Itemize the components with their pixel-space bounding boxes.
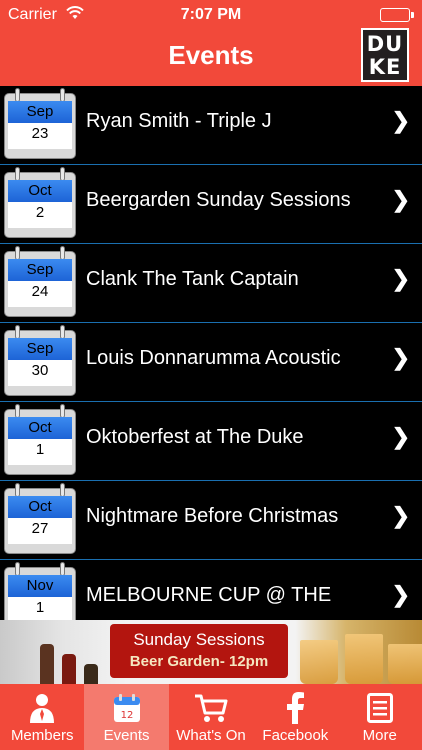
event-month: Oct (8, 496, 72, 518)
event-row[interactable]: Sep 24 Clank The Tank Captain ❯ (0, 244, 422, 323)
event-day: 1 (8, 597, 72, 620)
event-month: Sep (8, 338, 72, 360)
event-title: Nightmare Before Christmas (86, 505, 339, 527)
event-row[interactable]: Sep 23 Ryan Smith - Triple J ❯ (0, 86, 422, 165)
banner-sign: Sunday Sessions Beer Garden- 12pm (110, 624, 288, 678)
facebook-icon (253, 690, 337, 726)
tab-label: What's On (176, 727, 246, 744)
tab-events[interactable]: 12 Events (84, 684, 169, 750)
bottle-image (62, 654, 76, 684)
event-day: 24 (8, 281, 72, 307)
duke-logo: DU KE (361, 28, 409, 82)
bottle-image (40, 644, 54, 684)
status-time: 7:07 PM (180, 6, 242, 23)
event-day: 1 (8, 439, 72, 465)
tab-label: Events (103, 727, 150, 744)
chevron-right-icon: ❯ (391, 108, 410, 133)
chevron-right-icon: ❯ (391, 345, 410, 370)
tab-facebook[interactable]: Facebook (253, 684, 337, 750)
calendar-icon: 12 (84, 690, 168, 726)
tab-members[interactable]: Members (0, 684, 84, 750)
events-list[interactable]: Sep 23 Ryan Smith - Triple J ❯ Oct 2 Bee… (0, 86, 422, 620)
event-title: Ryan Smith - Triple J (86, 110, 272, 132)
chevron-right-icon: ❯ (391, 503, 410, 528)
calendar-icon: Nov 1 (4, 562, 76, 620)
event-day: 2 (8, 202, 72, 228)
event-title: Oktoberfest at The Duke (86, 426, 304, 448)
bottle-image (84, 664, 98, 684)
tab-label: Facebook (262, 727, 329, 744)
nav-bar: Events DU KE (0, 28, 422, 86)
banner-subline: Beer Garden- 12pm (129, 653, 269, 670)
cart-icon (169, 690, 253, 726)
tab-whats-on[interactable]: What's On (169, 684, 253, 750)
chevron-right-icon: ❯ (391, 424, 410, 449)
calendar-icon: Sep 24 (4, 246, 76, 317)
ad-banner[interactable]: Sunday Sessions Beer Garden- 12pm (0, 620, 422, 684)
calendar-icon: Sep 23 (4, 88, 76, 159)
event-day: 27 (8, 518, 72, 544)
calendar-icon: Sep 30 (4, 325, 76, 396)
event-month: Sep (8, 101, 72, 123)
calendar-icon: Oct 1 (4, 404, 76, 475)
event-row[interactable]: Oct 2 Beergarden Sunday Sessions ❯ (0, 165, 422, 244)
event-day: 23 (8, 123, 72, 149)
event-title: Beergarden Sunday Sessions (86, 189, 351, 211)
event-row[interactable]: Oct 27 Nightmare Before Christmas ❯ (0, 481, 422, 560)
event-row[interactable]: Oct 1 Oktoberfest at The Duke ❯ (0, 402, 422, 481)
more-list-icon (338, 690, 422, 726)
event-row[interactable]: Nov 1 MELBOURNE CUP @ THE ❯ (0, 560, 422, 620)
tab-more[interactable]: More (338, 684, 422, 750)
event-title: Louis Donnarumma Acoustic (86, 347, 341, 369)
event-month: Oct (8, 180, 72, 202)
battery-icon (380, 8, 414, 22)
tab-label: Members (10, 727, 74, 744)
chevron-right-icon: ❯ (391, 582, 410, 607)
calendar-icon: Oct 27 (4, 483, 76, 554)
event-month: Sep (8, 259, 72, 281)
event-month: Oct (8, 417, 72, 439)
banner-headline: Sunday Sessions (133, 630, 265, 649)
status-bar: Carrier 7:07 PM (0, 0, 422, 30)
chevron-right-icon: ❯ (391, 187, 410, 212)
tab-bar: Members 12 Events What's On Facebook Mor… (0, 684, 422, 750)
event-title: MELBOURNE CUP @ THE (86, 584, 332, 606)
beer-glass-image (300, 640, 338, 684)
svg-text:12: 12 (120, 710, 133, 721)
page-title: Events (168, 40, 254, 70)
event-title: Clank The Tank Captain (86, 268, 299, 290)
event-row[interactable]: Sep 30 Louis Donnarumma Acoustic ❯ (0, 323, 422, 402)
beer-glass-image (345, 634, 383, 684)
beer-glass-image (388, 644, 422, 684)
tab-label: More (362, 727, 397, 744)
event-month: Nov (8, 575, 72, 597)
calendar-icon: Oct 2 (4, 167, 76, 238)
chevron-right-icon: ❯ (391, 266, 410, 291)
event-day: 30 (8, 360, 72, 386)
members-icon (0, 690, 84, 726)
